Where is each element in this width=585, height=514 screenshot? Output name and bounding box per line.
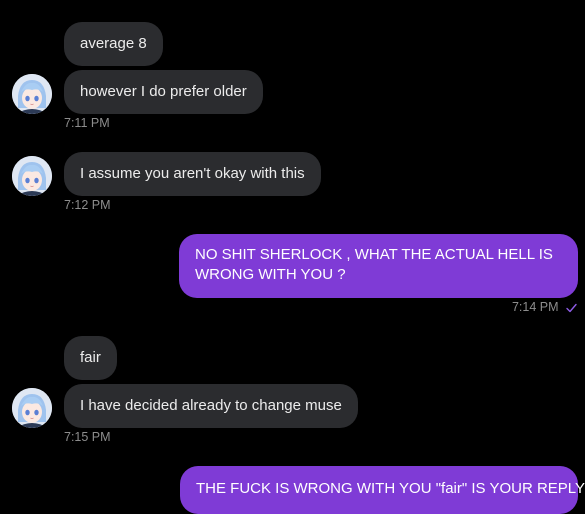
message-bubble-incoming[interactable]: I have decided already to change muse (64, 384, 358, 428)
checkmark-icon (566, 303, 577, 313)
contact-avatar[interactable] (12, 388, 52, 428)
anime-avatar-icon (12, 156, 52, 196)
message-text: fair (80, 349, 101, 366)
message-bubble-incoming[interactable]: fair (64, 336, 117, 380)
message-timestamp: 7:12 PM (64, 198, 111, 212)
message-timestamp: 7:15 PM (64, 430, 111, 444)
message-text: I assume you aren't okay with this (80, 165, 305, 182)
anime-avatar-icon (12, 74, 52, 114)
message-bubble-incoming[interactable]: average 8 (64, 22, 163, 66)
message-bubble-incoming[interactable]: however I do prefer older (64, 70, 263, 114)
message-bubble-outgoing[interactable]: THE FUCK IS WRONG WITH YOU "fair" IS YOU… (180, 466, 585, 514)
message-text: however I do prefer older (80, 83, 247, 100)
message-text: average 8 (80, 35, 147, 52)
message-timestamp-row: 7:14 PM (512, 300, 577, 314)
anime-avatar-icon (12, 388, 52, 428)
contact-avatar[interactable] (12, 74, 52, 114)
message-text: I have decided already to change muse (80, 397, 342, 414)
message-bubble-outgoing[interactable]: NO SHIT SHERLOCK , WHAT THE ACTUAL HELL … (179, 234, 578, 298)
message-text: NO SHIT SHERLOCK , WHAT THE ACTUAL HELL … (195, 246, 553, 283)
contact-avatar[interactable] (12, 156, 52, 196)
message-timestamp: 7:14 PM (511, 300, 559, 314)
message-text: THE FUCK IS WRONG WITH YOU "fair" IS YOU… (196, 480, 585, 497)
message-timestamp: 7:11 PM (64, 116, 110, 130)
message-bubble-incoming[interactable]: I assume you aren't okay with this (64, 152, 321, 196)
